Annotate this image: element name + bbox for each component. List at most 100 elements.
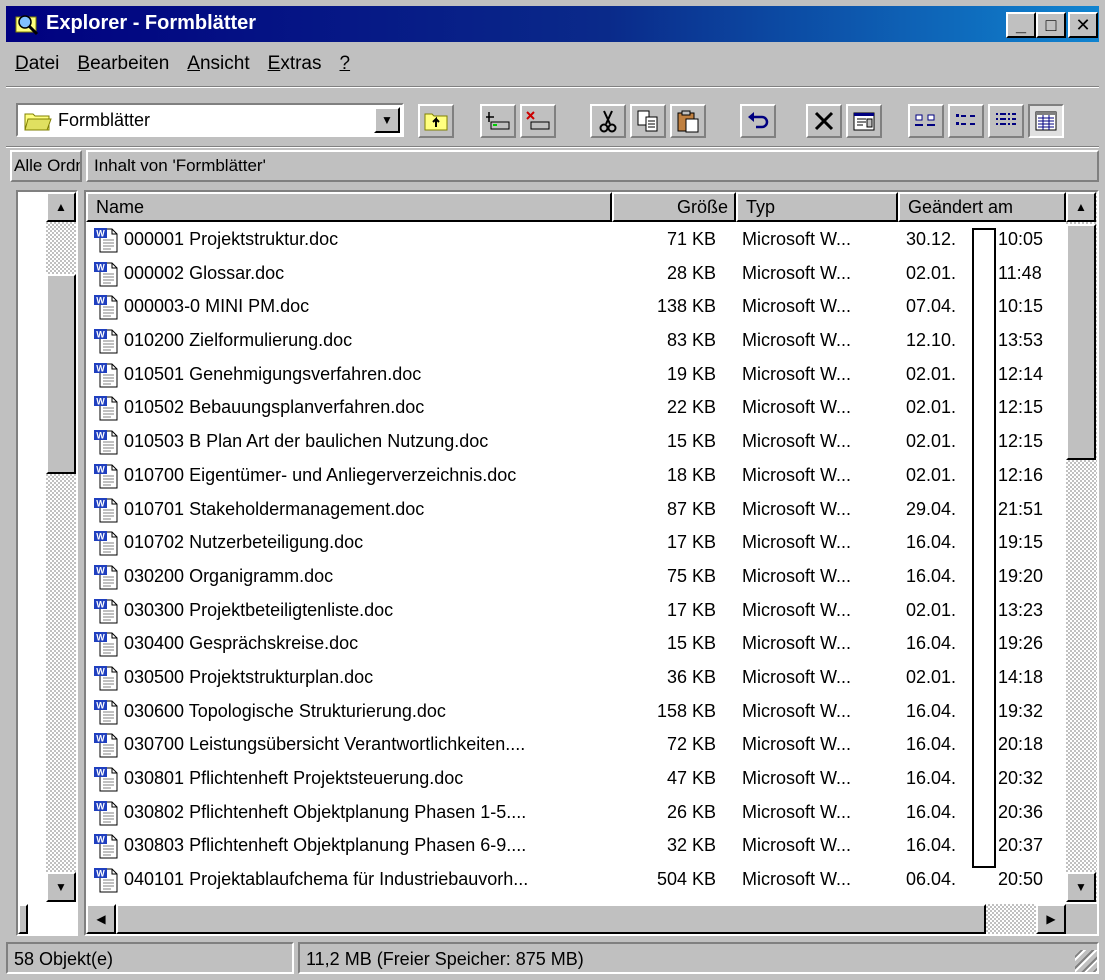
cut-icon bbox=[599, 110, 617, 133]
file-size: 47 KB bbox=[666, 768, 716, 788]
list-horizontal-scrollbar[interactable]: ◀ ▶ bbox=[86, 904, 1066, 934]
file-row[interactable]: W 030400 Gesprächskreise.doc 15 KB Microsof… bbox=[86, 628, 1066, 662]
word-document-icon: W bbox=[94, 834, 118, 859]
minimize-icon: _ bbox=[1015, 15, 1026, 35]
file-size: 138 KB bbox=[656, 296, 716, 317]
list-scroll-down-button[interactable]: ▼ bbox=[1066, 872, 1096, 902]
file-row[interactable]: W 000001 Projektstruktur.doc 71 KB Microsof… bbox=[86, 224, 1066, 258]
file-type: Microsoft W... bbox=[742, 835, 852, 856]
tree-hscroll-thumb[interactable] bbox=[18, 904, 28, 934]
title-bar[interactable]: Explorer - Formblätter _ □ ✕ bbox=[6, 6, 1099, 42]
menu-label: atei bbox=[28, 53, 60, 74]
file-list-pane[interactable]: Name Größe Typ Geändert am W 000001 Proje… bbox=[84, 190, 1099, 936]
chevron-down-icon: ▼ bbox=[381, 113, 393, 127]
word-document-icon: W bbox=[94, 362, 118, 388]
tree-vertical-scrollbar[interactable]: ▲ ▼ bbox=[46, 192, 76, 902]
map-drive-icon bbox=[486, 112, 510, 130]
file-row[interactable]: W 030600 Topologische Strukturierung.doc 1… bbox=[86, 696, 1066, 730]
list-hscroll-thumb[interactable] bbox=[116, 904, 986, 934]
file-type: Microsoft W... bbox=[742, 869, 852, 890]
file-row[interactable]: W 010503 B Plan Art der baulichen Nutzung… bbox=[86, 426, 1066, 460]
folder-tree-pane[interactable]: ▲ ▼ bbox=[16, 190, 78, 936]
file-name: 030300 Projektbeteiligtenliste.doc bbox=[124, 599, 394, 620]
file-name: 030803 Pflichtenheft Objektplanung Phase… bbox=[124, 835, 527, 856]
column-header-modified[interactable]: Geändert am bbox=[898, 192, 1066, 222]
copy-icon bbox=[637, 110, 658, 132]
minimize-button[interactable]: _ bbox=[1006, 12, 1036, 38]
list-scroll-right-button[interactable]: ▶ bbox=[1036, 904, 1066, 934]
svg-text:W: W bbox=[96, 835, 105, 845]
map-drive-button[interactable] bbox=[480, 104, 516, 138]
tree-scroll-thumb[interactable] bbox=[46, 274, 76, 474]
disconnect-drive-button[interactable] bbox=[520, 104, 556, 138]
file-row[interactable]: W 030200 Organigramm.doc 75 KB Microsoft W.… bbox=[86, 561, 1066, 595]
column-header-name[interactable]: Name bbox=[86, 192, 612, 222]
cut-button[interactable] bbox=[590, 104, 626, 138]
file-row[interactable]: W 030801 Pflichtenheft Projektsteuerung.d… bbox=[86, 763, 1066, 797]
word-document-icon: W bbox=[94, 329, 118, 354]
arrow-left-icon: ◀ bbox=[96, 912, 106, 926]
paste-button[interactable] bbox=[670, 104, 706, 138]
menu-accel: E bbox=[267, 53, 281, 74]
menu-ansicht[interactable]: Ansicht bbox=[178, 53, 258, 75]
file-row[interactable]: W 040101 Projektablaufchema für Industrie… bbox=[86, 864, 1066, 898]
status-size-info: 11,2 MB (Freier Speicher: 875 MB) bbox=[298, 942, 1099, 974]
file-row[interactable]: W 010702 Nutzerbeteiligung.doc 17 KB Micros… bbox=[86, 527, 1066, 561]
file-row[interactable]: W 010501 Genehmigungsverfahren.doc 19 KB Mi… bbox=[86, 359, 1066, 393]
file-row[interactable]: W 010701 Stakeholdermanagement.doc 87 KB Mi… bbox=[86, 494, 1066, 528]
file-time: 20:18 bbox=[998, 734, 1044, 755]
maximize-button[interactable]: □ bbox=[1036, 12, 1066, 38]
toolbar-separator bbox=[6, 146, 1099, 148]
file-date: 16.04. bbox=[906, 633, 957, 654]
file-size: 28 KB bbox=[666, 262, 716, 283]
file-name: 010700 Eigentümer- und Anliegerverzeichn… bbox=[124, 464, 517, 485]
small-icons-view-button[interactable] bbox=[948, 104, 984, 138]
file-row[interactable]: W 030700 Leistungsübersicht Verantwortlic… bbox=[86, 729, 1066, 763]
list-scroll-up-button[interactable]: ▲ bbox=[1066, 192, 1096, 222]
list-view-button[interactable] bbox=[988, 104, 1024, 138]
details-view-button[interactable] bbox=[1028, 104, 1064, 138]
tree-scroll-up-button[interactable]: ▲ bbox=[46, 192, 76, 222]
address-dropdown-button[interactable]: ▼ bbox=[374, 107, 400, 133]
file-row[interactable]: W 000003-0 MINI PM.doc 138 KB Microsoft W..… bbox=[86, 291, 1066, 325]
list-scroll-thumb[interactable] bbox=[1066, 224, 1096, 460]
column-header-type[interactable]: Typ bbox=[736, 192, 898, 222]
svg-text:W: W bbox=[96, 633, 105, 643]
word-document-icon: W bbox=[94, 228, 118, 253]
file-row[interactable]: W 030500 Projektstrukturplan.doc 36 KB Micr… bbox=[86, 662, 1066, 696]
file-row[interactable]: W 030300 Projektbeteiligtenliste.doc 17 KB… bbox=[86, 595, 1066, 629]
svg-text:W: W bbox=[96, 700, 105, 710]
address-value: Formblätter bbox=[58, 110, 151, 130]
file-name: 010501 Genehmigungsverfahren.doc bbox=[124, 363, 422, 384]
menu-bearbeiten[interactable]: Bearbeiten bbox=[68, 53, 178, 75]
file-row[interactable]: W 010700 Eigentümer- und Anliegerverzeich… bbox=[86, 460, 1066, 494]
properties-button[interactable] bbox=[846, 104, 882, 138]
up-folder-button[interactable] bbox=[418, 104, 454, 138]
word-document-icon: W bbox=[94, 430, 118, 455]
close-button[interactable]: ✕ bbox=[1068, 12, 1098, 38]
undo-button[interactable] bbox=[740, 104, 776, 138]
copy-button[interactable] bbox=[630, 104, 666, 138]
svg-text:W: W bbox=[96, 330, 105, 340]
menu-datei[interactable]: Datei bbox=[6, 53, 68, 75]
file-row[interactable]: W 010200 Zielformulierung.doc 83 KB Microso… bbox=[86, 325, 1066, 359]
file-time: 12:15 bbox=[998, 397, 1044, 418]
list-scroll-left-button[interactable]: ◀ bbox=[86, 904, 116, 934]
tree-scroll-down-button[interactable]: ▼ bbox=[46, 872, 76, 902]
address-combobox[interactable]: Formblätter ▼ bbox=[16, 103, 404, 137]
delete-button[interactable] bbox=[806, 104, 842, 138]
file-row[interactable]: W 000002 Glossar.doc 28 KB Microsoft W... 02… bbox=[86, 258, 1066, 292]
folder-open-icon bbox=[24, 113, 52, 131]
list-vertical-scrollbar[interactable]: ▲ ▼ bbox=[1066, 192, 1097, 902]
file-row[interactable]: W 010502 Bebauungsplanverfahren.doc 22 KB M… bbox=[86, 392, 1066, 426]
column-header-size[interactable]: Größe bbox=[612, 192, 736, 222]
file-row[interactable]: W 030802 Pflichtenheft Objektplanung Phas… bbox=[86, 797, 1066, 831]
explorer-window: Explorer - Formblätter _ □ ✕ Datei Bearb… bbox=[0, 0, 1105, 980]
menu-help[interactable]: ? bbox=[331, 53, 360, 75]
svg-text:W: W bbox=[96, 498, 105, 508]
file-type: Microsoft W... bbox=[742, 565, 852, 586]
menu-extras[interactable]: Extras bbox=[259, 53, 331, 75]
resize-grip[interactable] bbox=[1075, 950, 1097, 972]
file-row[interactable]: W 030803 Pflichtenheft Objektplanung Phas… bbox=[86, 830, 1066, 864]
large-icons-view-button[interactable] bbox=[908, 104, 944, 138]
